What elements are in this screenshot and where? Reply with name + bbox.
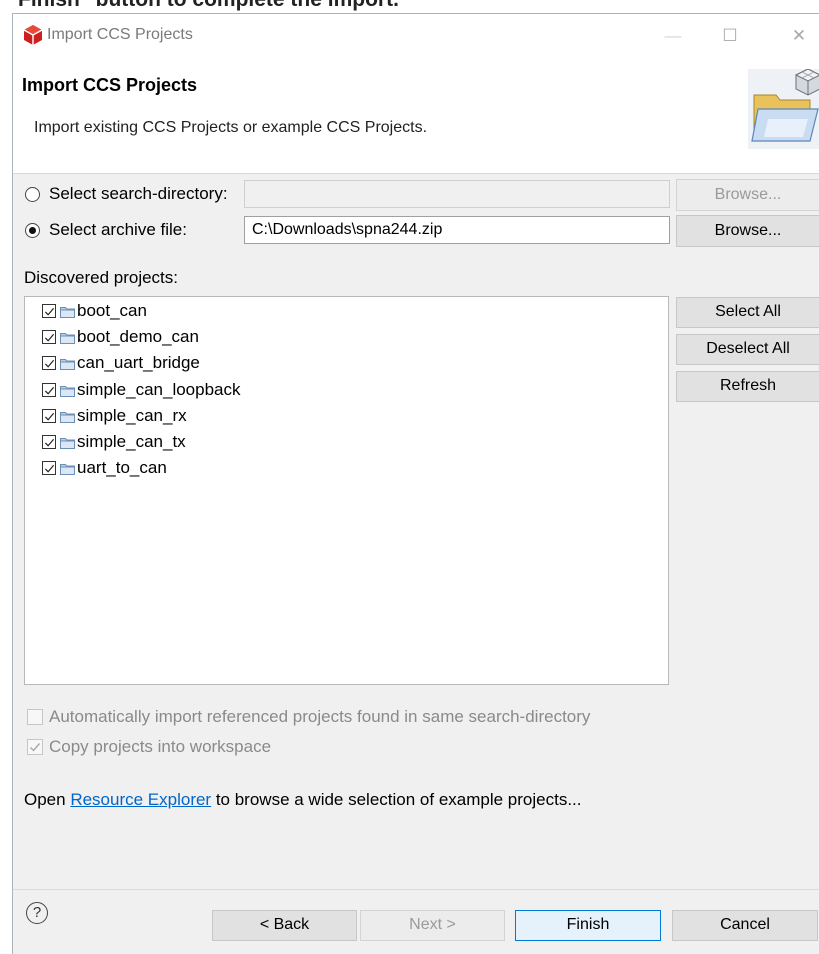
discovered-projects-label: Discovered projects: (24, 268, 179, 287)
minimize-button[interactable]: — (658, 26, 688, 46)
cancel-button[interactable]: Cancel (672, 910, 818, 941)
check-icon (44, 412, 55, 421)
project-checkbox[interactable] (42, 330, 56, 345)
maximize-button[interactable]: ☐ (715, 26, 745, 46)
project-checkbox[interactable] (42, 435, 56, 449)
browse-archive-button[interactable]: Browse... (676, 215, 819, 247)
import-dialog: Import CCS Projects — ☐ ✕ Import CCS Pro… (12, 13, 819, 954)
auto-import-checkbox[interactable] (27, 709, 43, 725)
project-checkbox[interactable] (42, 408, 56, 423)
copy-projects-checkbox[interactable] (27, 739, 43, 755)
project-name: boot_can (77, 301, 147, 320)
wizard-banner: Import CCS Projects Import existing CCS … (13, 57, 819, 174)
check-icon (30, 743, 41, 752)
project-name: uart_to_can (77, 458, 167, 478)
archive-file-radio[interactable] (25, 223, 40, 238)
check-icon (44, 334, 55, 342)
project-checkbox[interactable] (42, 382, 56, 397)
folder-cube-wizard-icon (748, 69, 819, 149)
archive-file-field[interactable] (244, 216, 670, 244)
check-icon (44, 465, 55, 473)
project-checkbox[interactable] (42, 461, 56, 476)
banner-description: Import existing CCS Projects or example … (34, 119, 428, 136)
project-checkbox[interactable] (42, 356, 56, 371)
project-folder-icon (60, 438, 75, 449)
project-name: simple_can_rx (77, 405, 187, 425)
project-folder-icon (60, 359, 75, 371)
select-all-button[interactable]: Select All (676, 297, 819, 328)
refresh-button[interactable]: Refresh (676, 371, 819, 402)
title-bar: Import CCS Projects — ☐ ✕ (13, 14, 819, 57)
banner-title: Import CCS Projects (22, 75, 198, 95)
finish-button[interactable]: Finish (515, 910, 661, 941)
check-icon (44, 307, 55, 316)
project-folder-icon (60, 333, 75, 345)
check-icon (44, 438, 55, 447)
window-title: Import CCS Projects (47, 26, 193, 43)
archive-file-label: Select archive file: (49, 220, 187, 239)
project-name: simple_can_tx (77, 432, 186, 451)
auto-import-label: Automatically import referenced projects… (49, 707, 591, 726)
resource-explorer-link[interactable]: Resource Explorer (70, 790, 211, 809)
browse-search-directory-button[interactable]: Browse... (676, 179, 819, 211)
copy-projects-label: Copy projects into workspace (49, 737, 272, 756)
background-partial-text: Finish" button to complete the import. (18, 0, 399, 12)
project-folder-icon (60, 411, 75, 423)
button-bar: ? < Back Next > Finish Cancel (13, 889, 819, 954)
ccs-app-icon (23, 25, 43, 45)
project-folder-icon (60, 385, 75, 397)
project-name: simple_can_loopback (77, 379, 241, 399)
check-icon (44, 360, 55, 368)
close-button[interactable]: ✕ (784, 26, 814, 46)
search-directory-label: Select search-directory: (49, 184, 228, 203)
back-button[interactable]: < Back (212, 910, 357, 941)
resource-explorer-line: Open Resource Explorer to browse a wide … (24, 790, 582, 810)
help-icon[interactable]: ? (26, 902, 48, 924)
project-name: boot_demo_can (77, 327, 199, 347)
project-folder-icon (60, 464, 75, 476)
resource-suffix: to browse a wide selection of example pr… (211, 790, 582, 809)
check-icon (44, 386, 55, 395)
resource-prefix: Open (24, 790, 71, 809)
deselect-all-button[interactable]: Deselect All (676, 334, 819, 365)
search-directory-radio[interactable] (25, 187, 40, 202)
project-folder-icon (60, 307, 75, 318)
project-checkbox[interactable] (42, 304, 56, 318)
next-button[interactable]: Next > (360, 910, 505, 941)
project-name: can_uart_bridge (77, 353, 200, 373)
search-directory-field[interactable] (244, 180, 670, 208)
